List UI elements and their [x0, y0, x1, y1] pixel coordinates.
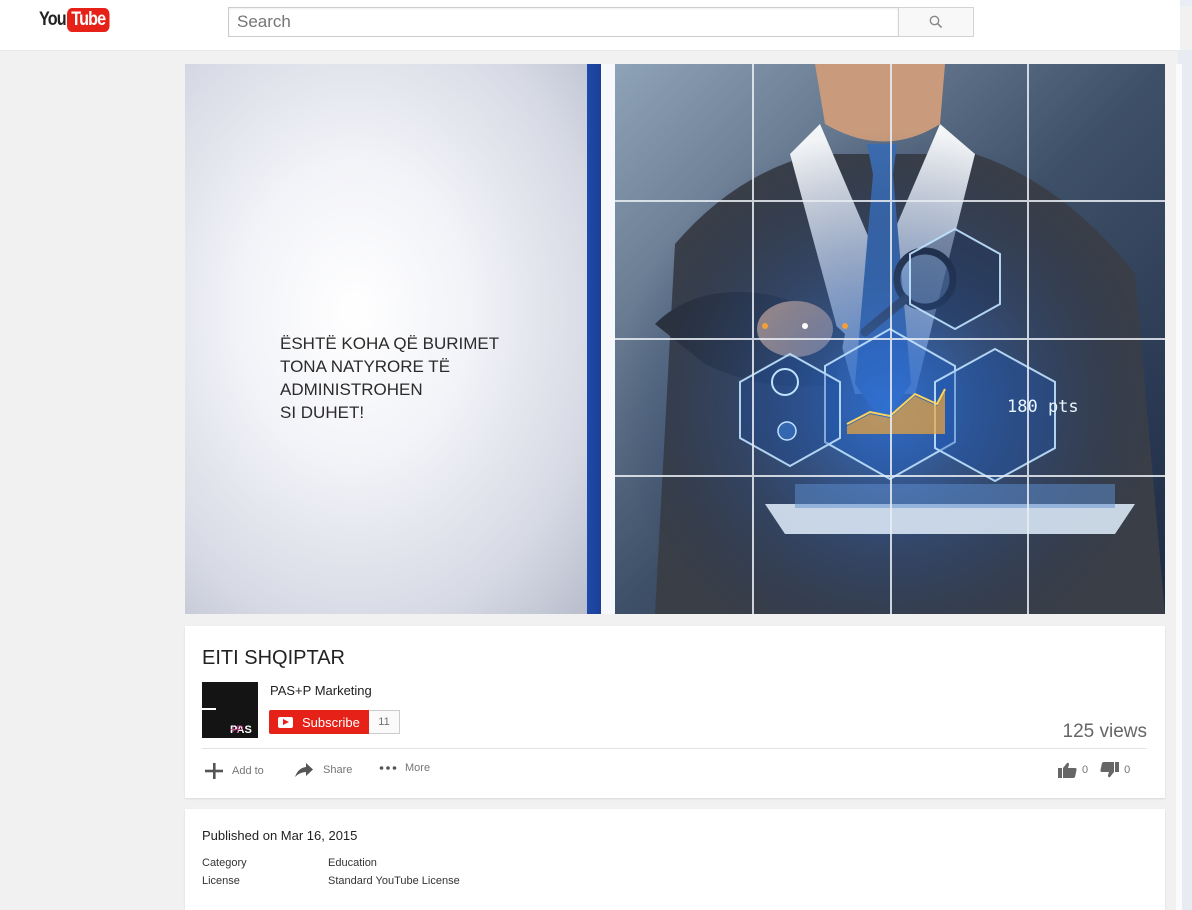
channel-avatar[interactable]: PAS +P	[202, 682, 258, 738]
businessman-illustration	[615, 64, 1165, 614]
video-player[interactable]: ËSHTË KOHA QË BURIMET TONA NATYRORE TË A…	[185, 64, 1165, 614]
masthead: You Tube	[0, 0, 1180, 51]
subscribe-button[interactable]: Subscribe	[269, 710, 369, 734]
video-left-panel: ËSHTË KOHA QË BURIMET TONA NATYRORE TË A…	[185, 64, 587, 614]
caption-line: ADMINISTROHEN	[280, 380, 423, 399]
thumbs-down-icon	[1100, 762, 1120, 778]
more-dots-icon	[379, 766, 397, 770]
logo-you-text: You	[39, 9, 67, 30]
logo-tube-text: Tube	[67, 8, 110, 32]
dislike-count: 0	[1124, 764, 1131, 776]
dislike-button[interactable]: 0	[1100, 762, 1130, 778]
video-frame-businessman: 180 pts	[615, 64, 1165, 614]
subscribe-label: Subscribe	[302, 714, 360, 730]
like-dislike-group: 0 0	[1058, 762, 1130, 778]
license-value: Standard YouTube License	[328, 875, 460, 887]
youtube-logo[interactable]: You Tube	[39, 7, 117, 33]
search-button[interactable]	[898, 7, 974, 37]
channel-name-link[interactable]: PAS+P Marketing	[270, 683, 372, 698]
license-label: License	[202, 875, 240, 887]
description-card: Published on Mar 16, 2015 Category Educa…	[185, 809, 1165, 910]
points-overlay-text: 180 pts	[1007, 397, 1079, 417]
video-blue-divider	[587, 64, 601, 614]
divider	[202, 748, 1147, 749]
category-value-link[interactable]: Education	[328, 857, 377, 869]
published-date: Published on Mar 16, 2015	[202, 828, 358, 843]
share-label: Share	[323, 764, 353, 776]
youtube-play-icon	[278, 716, 293, 728]
share-button[interactable]: Share	[294, 762, 352, 778]
category-label: Category	[202, 857, 247, 869]
subscriber-count: 11	[369, 710, 400, 734]
video-title: EITI SHQIPTAR	[202, 647, 345, 669]
caption-line: SI DUHET!	[280, 403, 365, 422]
like-count: 0	[1082, 764, 1089, 776]
caption-line: TONA NATYRORE TË	[280, 357, 451, 376]
view-count: 125 views	[1062, 721, 1148, 742]
like-button[interactable]: 0	[1058, 762, 1088, 778]
add-to-label: Add to	[232, 765, 264, 777]
thumbs-up-icon	[1058, 762, 1077, 778]
search-icon	[929, 15, 943, 29]
more-label: More	[405, 762, 431, 774]
caption-line: ËSHTË KOHA QË BURIMET	[280, 334, 500, 353]
video-white-divider	[601, 64, 615, 614]
avatar-bar	[202, 708, 216, 710]
video-info-card: EITI SHQIPTAR PAS +P PAS+P Marketing Subs…	[185, 626, 1165, 798]
sidebar-edge	[1176, 64, 1182, 910]
search-input[interactable]	[228, 7, 898, 37]
plus-icon	[205, 763, 223, 779]
share-arrow-icon	[295, 763, 313, 777]
video-caption: ËSHTË KOHA QË BURIMET TONA NATYRORE TË A…	[280, 332, 499, 424]
add-to-button[interactable]: Add to	[204, 762, 264, 780]
more-button[interactable]: More	[379, 762, 430, 774]
